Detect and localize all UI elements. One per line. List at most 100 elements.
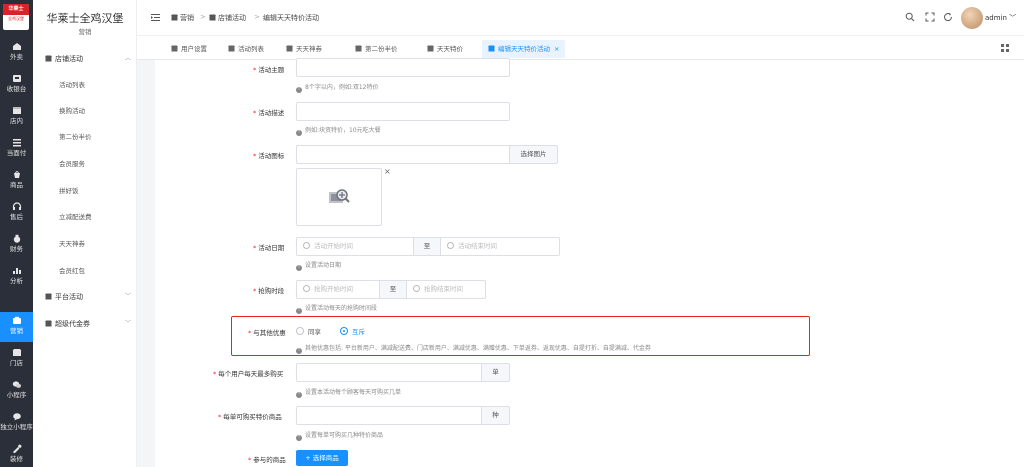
rail-item-dine-in[interactable]: 店内: [0, 102, 33, 132]
breadcrumb-current: 编辑天天特价活动: [263, 14, 319, 22]
remove-image-icon[interactable]: ×: [384, 167, 391, 176]
fullscreen-icon[interactable]: [925, 12, 935, 22]
hint-time: ! 设置活动每天的抢购时间段: [296, 303, 377, 314]
shop-icon: [286, 45, 293, 52]
search-icon[interactable]: [905, 12, 915, 22]
sub-item-delivery-discount[interactable]: 立减配送费: [59, 211, 92, 223]
form-card: [155, 60, 1024, 467]
tab-edit-daily-special[interactable]: 编辑天天特价活动 ×: [482, 40, 566, 58]
rail-item-decoration[interactable]: 装修: [0, 440, 33, 467]
per-order-unit: 种: [482, 406, 510, 425]
info-icon: !: [296, 87, 302, 93]
desc-input[interactable]: [296, 102, 510, 121]
chevron-up-icon: ︿: [124, 55, 131, 62]
rail-item-waimai[interactable]: 外卖: [0, 38, 33, 68]
hint-per-user: ! 设置本活动每个顾客每天可购买几单: [296, 387, 401, 398]
per-order-input[interactable]: [296, 406, 482, 425]
tab-second-half[interactable]: 第二份半价: [349, 40, 404, 58]
shop-icon: [488, 45, 495, 52]
shop-icon: [171, 14, 178, 21]
shop-icon: [209, 14, 216, 21]
rail-item-face-pay[interactable]: 当面付: [0, 134, 33, 164]
breadcrumb-marketing[interactable]: 营销: [171, 13, 194, 23]
tab-daily-coupon[interactable]: 天天神券: [280, 40, 328, 58]
radio-exclusive[interactable]: 互斥: [340, 327, 365, 337]
image-upload-box[interactable]: [296, 168, 382, 226]
shop-icon: [355, 45, 362, 52]
sub-item-exchange[interactable]: 换购活动: [59, 105, 85, 117]
section-name: 营销: [78, 28, 92, 36]
sub-item-daily-coupon[interactable]: 天天神券: [59, 238, 85, 250]
shop-icon: [12, 349, 21, 356]
label-image: * 活动图标: [253, 152, 285, 160]
rail-item-after-sale[interactable]: 售后: [0, 198, 33, 228]
cashier-icon: [12, 75, 21, 82]
top-header: 营销 > 店铺活动 > 编辑天天特价活动 admin ﹀: [137, 0, 1024, 36]
menu-group-super-voucher[interactable]: 超级代金券 ﹀: [45, 317, 131, 331]
rail-item-mini-program[interactable]: 小程序: [0, 376, 33, 406]
per-user-unit: 单: [482, 363, 510, 382]
info-icon: !: [296, 130, 302, 136]
avatar[interactable]: [961, 7, 983, 29]
menu-group-store-activity[interactable]: 店铺活动 ︿: [45, 52, 131, 66]
rail-item-standalone-mini[interactable]: 独立小程序: [0, 408, 33, 438]
per-user-input[interactable]: [296, 363, 482, 382]
tab-user-settings[interactable]: 用户设置: [165, 40, 213, 58]
tabs-bar: 用户设置 活动列表 天天神券 第二份半价 天天特价 编辑天天特价活动 ×: [137, 36, 1024, 60]
breadcrumb-store-activity[interactable]: 店铺活动: [209, 13, 246, 23]
theme-input[interactable]: [296, 58, 510, 77]
refresh-icon[interactable]: [943, 12, 953, 22]
time-end-picker[interactable]: 抢购结束时间: [406, 280, 486, 299]
rail-item-store[interactable]: 门店: [0, 344, 33, 374]
label-per-order: * 每单可购买特价商品: [218, 413, 282, 421]
brand-logo: 华莱士 全鸡汉堡: [3, 4, 29, 30]
image-path-input[interactable]: [296, 145, 510, 164]
rail-item-goods[interactable]: 商品: [0, 166, 33, 196]
shop-icon: [45, 55, 52, 62]
select-goods-button[interactable]: + 选择商品: [296, 450, 348, 466]
bar-chart-icon: [12, 268, 21, 274]
date-range-separator: 至: [414, 237, 440, 256]
tab-activity-list[interactable]: 活动列表: [222, 40, 270, 58]
select-image-button[interactable]: 选择图片: [510, 145, 558, 164]
label-share: * 与其他优惠: [248, 329, 286, 337]
info-icon: !: [296, 265, 302, 271]
hint-desc: ! 例如:块资特价，10元吃大餐: [296, 125, 381, 136]
tab-daily-special[interactable]: 天天特价: [421, 40, 469, 58]
rail-item-finance[interactable]: 财务: [0, 230, 33, 260]
sub-sidebar: 华莱士全鸡汉堡 营销 店铺活动 ︿ 活动列表 换购活动 第二份半价 会员服务 拼…: [33, 0, 137, 467]
rail-item-analysis[interactable]: 分析: [0, 262, 33, 292]
sub-item-activity-list[interactable]: 活动列表: [59, 79, 85, 91]
menu-group-platform-activity[interactable]: 平台活动 ﹀: [45, 290, 131, 304]
close-icon[interactable]: ×: [554, 45, 559, 53]
time-range-separator: 至: [380, 280, 406, 299]
info-icon: !: [296, 435, 302, 441]
user-menu[interactable]: admin ﹀: [985, 13, 1016, 23]
sub-item-group-meal[interactable]: 拼好饭: [59, 185, 79, 197]
clock-icon: [303, 285, 310, 292]
clock-icon: [413, 285, 420, 292]
info-icon: !: [296, 348, 302, 354]
store-name: 华莱士全鸡汉堡: [46, 12, 124, 25]
hint-share: ! 其他优惠包括: 平台新用户、满减配送费、门店新用户、满减优惠、满赠优惠、下单返…: [296, 343, 651, 354]
chevron-down-icon: ﹀: [124, 320, 131, 327]
hint-date: ! 设置活动日期: [296, 260, 341, 271]
sub-item-member-service[interactable]: 会员服务: [59, 158, 85, 170]
chevron-down-icon: ﹀: [124, 293, 131, 300]
date-start-picker[interactable]: 活动开始时间: [296, 237, 414, 256]
shop-icon: [45, 320, 52, 327]
sub-item-member-redpacket[interactable]: 会员红包: [59, 265, 85, 277]
label-desc: * 活动描述: [253, 109, 285, 117]
radio-share[interactable]: 同享: [296, 327, 321, 337]
date-end-picker[interactable]: 活动结束时间: [440, 237, 560, 256]
grid-icon[interactable]: [1000, 43, 1010, 53]
menu-collapse-icon[interactable]: [151, 13, 160, 22]
decorate-icon: [12, 444, 21, 453]
time-start-picker[interactable]: 抢购开始时间: [296, 280, 380, 299]
clock-icon: [303, 242, 310, 249]
sub-item-second-half[interactable]: 第二份半价: [59, 131, 92, 143]
rail-item-cashier[interactable]: 收银台: [0, 70, 33, 100]
info-icon: !: [296, 308, 302, 314]
image-placeholder-icon: [329, 189, 350, 203]
rail-item-marketing[interactable]: 营销: [0, 312, 33, 342]
